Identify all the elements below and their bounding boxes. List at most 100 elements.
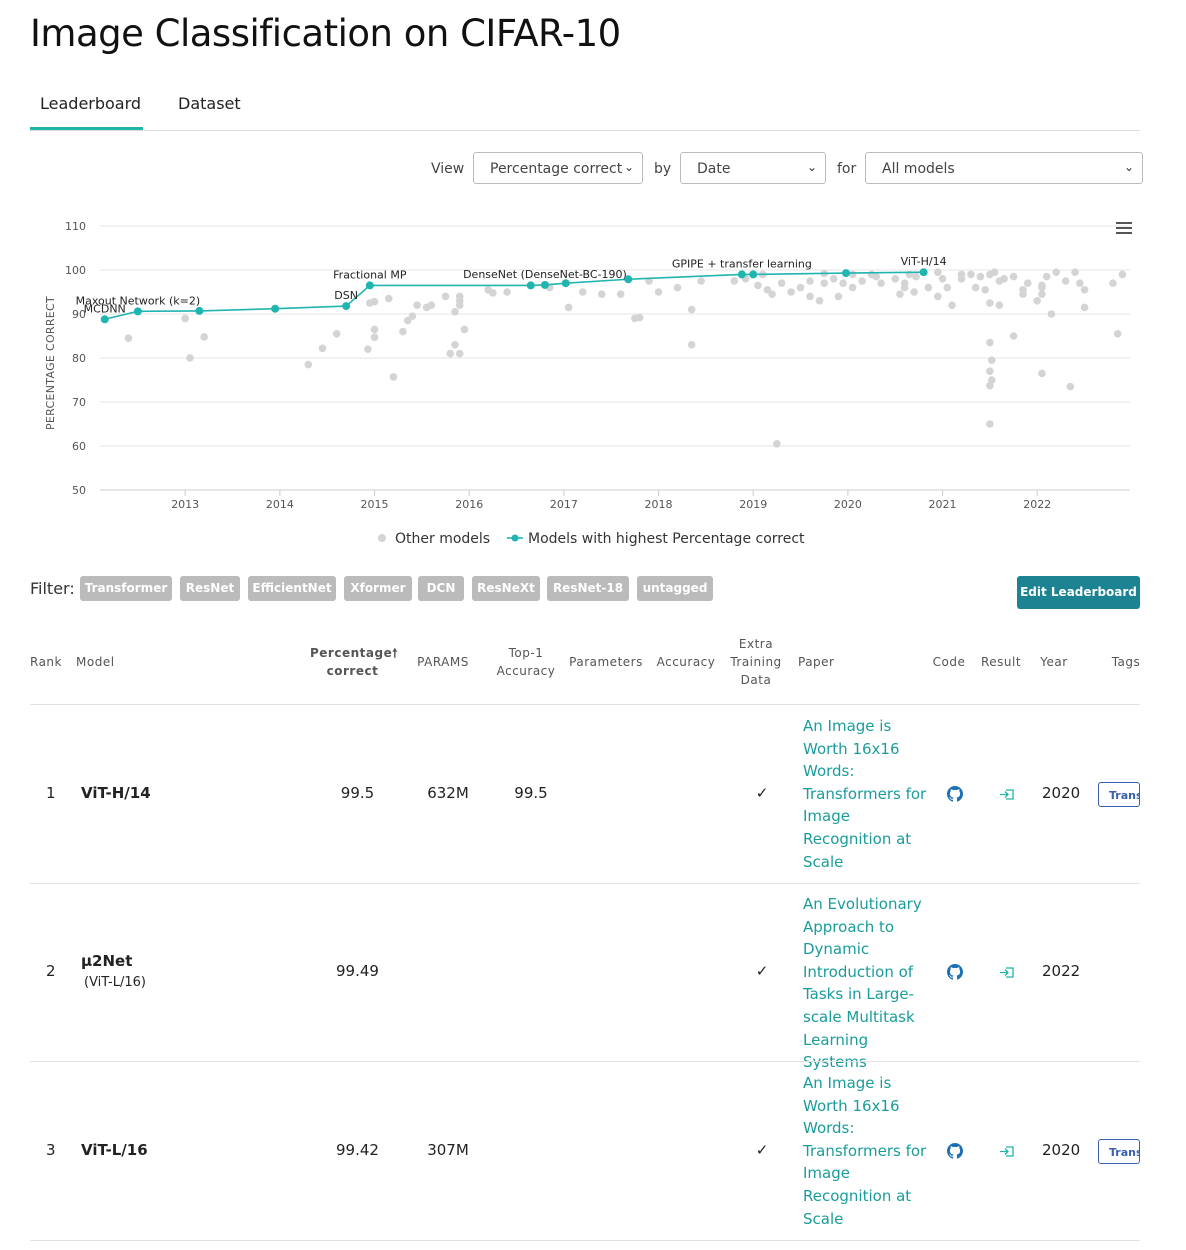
other-model-point	[1080, 286, 1089, 294]
extra-data-check: ✓	[755, 962, 769, 980]
other-model-point	[597, 290, 606, 298]
y-axis-label: PERCENTAGE CORRECT	[44, 296, 57, 430]
other-model-point	[1066, 382, 1075, 391]
github-icon[interactable]	[947, 786, 963, 802]
other-model-point	[806, 292, 814, 301]
th-accuracy[interactable]: Accuracy	[654, 653, 718, 671]
other-model-point	[635, 313, 644, 322]
other-model-point	[773, 440, 781, 448]
th-top1-accuracy[interactable]: Top-1 Accuracy	[494, 644, 558, 680]
other-model-point	[777, 279, 786, 287]
other-model-point	[768, 290, 776, 298]
other-model-point	[489, 289, 497, 297]
paper-link[interactable]: An Evolutionary Approach to Dynamic Intr…	[803, 893, 928, 1074]
th-params[interactable]: PARAMS	[410, 653, 476, 671]
paper-link[interactable]: An Image is Worth 16x16 Words: Transform…	[803, 1072, 928, 1230]
filter-tag-untagged[interactable]: untagged	[637, 576, 713, 601]
other-model-point	[987, 356, 996, 364]
paper-link[interactable]: An Image is Worth 16x16 Words: Transform…	[803, 715, 928, 873]
other-model-point	[427, 301, 436, 309]
other-model-point	[455, 301, 464, 309]
chart-menu-icon[interactable]	[1116, 222, 1132, 236]
row-divider	[30, 1061, 1140, 1062]
edit-leaderboard-button[interactable]: Edit Leaderboard	[1017, 576, 1140, 609]
th-pct-line1: Percentage	[310, 646, 393, 660]
other-model-point	[938, 275, 947, 283]
other-model-point	[399, 327, 407, 336]
other-model-point	[408, 312, 417, 320]
github-icon[interactable]	[947, 1143, 963, 1159]
other-model-point	[829, 275, 838, 283]
th-model[interactable]: Model	[76, 653, 115, 671]
th-result[interactable]: Result	[978, 653, 1024, 671]
result-icon[interactable]	[999, 786, 1015, 802]
th-parameters[interactable]: Parameters	[566, 653, 646, 671]
filter-tag-xformer[interactable]: Xformer	[344, 576, 412, 601]
other-model-point	[986, 367, 994, 375]
filter-tag-efficientnet[interactable]: EfficientNet	[248, 576, 336, 601]
other-model-point	[441, 292, 450, 301]
y-tick-label: 50	[72, 484, 86, 497]
other-model-point	[986, 270, 994, 279]
other-model-point	[181, 314, 190, 323]
model-name[interactable]: ViT-H/14	[81, 784, 151, 802]
model-name[interactable]: ViT-L/16	[81, 1141, 148, 1159]
other-model-point	[370, 333, 379, 342]
chevron-down-icon: ⌄	[623, 160, 634, 174]
filter-tag-resnet-18[interactable]: ResNet-18	[547, 576, 629, 601]
view-select[interactable]: Percentage correct ⌄	[473, 152, 643, 184]
tag-chip-transformer[interactable]: Transformer	[1098, 1139, 1140, 1164]
other-model-point	[848, 270, 857, 279]
best-model-label: Maxout Network (k=2)	[76, 294, 201, 307]
rank-cell: 2	[46, 962, 56, 980]
other-model-point	[1023, 279, 1032, 287]
th-year[interactable]: Year	[1038, 653, 1070, 671]
best-model-point	[195, 306, 204, 315]
th-extra-training-data[interactable]: Extra Training Data	[726, 635, 786, 689]
other-model-point	[971, 283, 980, 292]
for-select[interactable]: All models ⌄	[865, 152, 1143, 184]
other-model-point	[384, 294, 393, 303]
th-code[interactable]: Code	[928, 653, 970, 671]
th-rank[interactable]: Rank	[30, 653, 62, 671]
result-icon[interactable]	[999, 1143, 1015, 1159]
row-divider	[30, 1240, 1140, 1241]
filter-tag-resnext[interactable]: ResNeXt	[472, 576, 540, 601]
best-model-point	[526, 281, 535, 290]
tab-leaderboard[interactable]: Leaderboard	[40, 94, 141, 129]
other-model-point	[446, 349, 455, 358]
best-model-label: ViT-H/14	[901, 255, 947, 268]
other-model-point	[451, 308, 459, 316]
result-icon[interactable]	[999, 964, 1015, 980]
best-model-point	[561, 279, 570, 288]
y-tick-label: 110	[65, 220, 86, 233]
other-model-point	[332, 330, 341, 338]
tab-dataset[interactable]: Dataset	[178, 94, 241, 113]
legend-other-marker	[378, 534, 386, 542]
filter-tag-resnet[interactable]: ResNet	[180, 576, 240, 601]
th-tags[interactable]: Tags	[1110, 653, 1142, 671]
best-model-label: GPIPE + transfer learning	[672, 257, 812, 270]
model-name[interactable]: µ2Net	[81, 952, 132, 970]
th-percentage-correct[interactable]: Percentage🠕 correct	[310, 644, 397, 680]
github-icon[interactable]	[947, 964, 963, 980]
th-paper[interactable]: Paper	[798, 653, 834, 671]
other-model-point	[654, 288, 663, 296]
other-model-point	[976, 272, 985, 281]
by-select[interactable]: Date ⌄	[680, 152, 826, 184]
other-model-point	[687, 341, 696, 349]
best-model-point	[100, 315, 109, 324]
filter-tag-dcn[interactable]: DCN	[418, 576, 464, 601]
other-model-point	[1076, 279, 1084, 287]
best-model-point	[271, 304, 280, 313]
other-model-point	[200, 333, 208, 341]
tag-chip-transformer[interactable]: Transformer	[1098, 782, 1140, 807]
filter-tag-transformer[interactable]: Transformer	[80, 576, 172, 601]
best-model-label: DenseNet (DenseNet-BC-190)	[463, 268, 627, 281]
other-model-point	[730, 277, 739, 285]
best-model-label: Fractional MP	[333, 268, 407, 281]
filter-label: Filter:	[30, 579, 75, 598]
year-cell: 2020	[1042, 784, 1081, 802]
x-tick-label: 2016	[455, 498, 483, 511]
x-tick-label: 2020	[834, 498, 862, 511]
